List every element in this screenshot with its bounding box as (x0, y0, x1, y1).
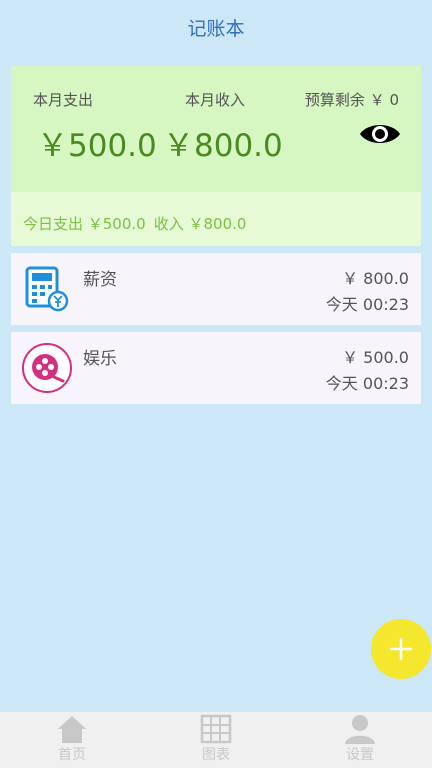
monthly-income-label: 本月收入 (185, 91, 246, 109)
tab-home-label: 首页 (58, 747, 86, 763)
home-icon (58, 716, 86, 743)
chart-grid-icon (200, 714, 232, 744)
user-icon (345, 715, 375, 744)
tab-home[interactable]: 首页 (0, 712, 144, 768)
plus-icon (389, 637, 413, 661)
entertainment-film-icon (22, 343, 72, 393)
list-item[interactable]: 薪资 ￥ 800.0 今天 00:23 (11, 253, 421, 325)
record-time: 今天 00:23 (325, 374, 409, 393)
monthly-income-amount: ￥800.0 (163, 128, 283, 164)
monthly-expense-amount: ￥500.0 (37, 128, 157, 164)
monthly-expense-label: 本月支出 (33, 91, 94, 109)
budget-remaining-label[interactable]: 预算剩余 ￥ 0 (305, 89, 399, 110)
salary-calculator-icon (25, 266, 69, 312)
tab-settings-label: 设置 (346, 747, 374, 763)
tab-chart[interactable]: 图表 (144, 712, 288, 768)
page-title: 记账本 (187, 18, 245, 40)
list-item[interactable]: 娱乐 ￥ 500.0 今天 00:23 (11, 332, 421, 404)
add-record-button[interactable] (371, 619, 431, 679)
eye-icon[interactable] (359, 120, 401, 148)
today-summary: 今日支出 ￥500.0 收入 ￥800.0 (23, 213, 254, 234)
today-summary-strip: 今日支出 ￥500.0 收入 ￥800.0 (11, 192, 421, 246)
record-time: 今天 00:23 (325, 295, 409, 314)
today-income: 收入 ￥800.0 (153, 215, 247, 233)
record-amount: ￥ 500.0 (342, 348, 409, 367)
today-expense: 今日支出 ￥500.0 (23, 215, 146, 233)
tab-settings[interactable]: 设置 (288, 712, 432, 768)
record-category: 薪资 (83, 270, 117, 290)
tab-chart-label: 图表 (202, 747, 230, 763)
record-amount: ￥ 800.0 (342, 269, 409, 288)
record-category: 娱乐 (83, 349, 117, 369)
bottom-tab-bar: 首页 图表 设置 (0, 712, 432, 768)
monthly-summary-card: 本月支出 本月收入 预算剩余 ￥ 0 ￥500.0 ￥800.0 今日支出 ￥5… (11, 66, 421, 246)
